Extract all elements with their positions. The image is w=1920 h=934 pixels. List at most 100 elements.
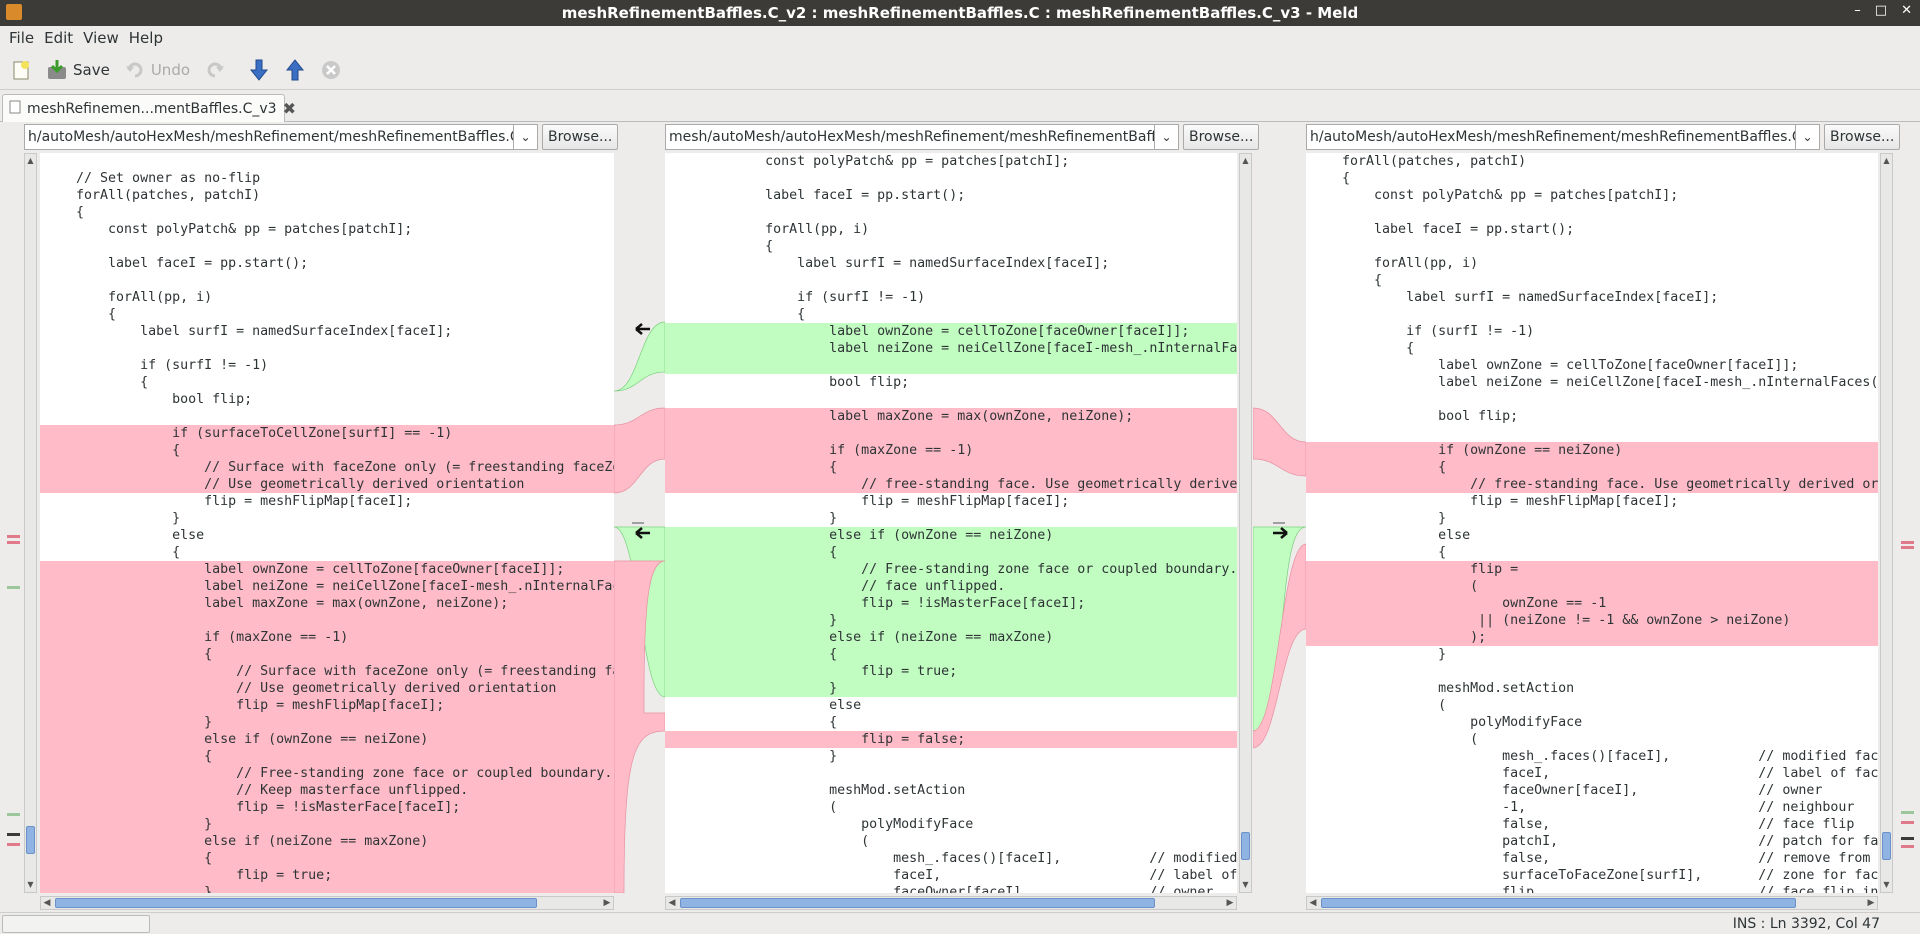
code-line[interactable] bbox=[40, 272, 614, 289]
code-line[interactable]: { bbox=[665, 714, 1237, 731]
code-line[interactable]: forAll(patches, patchI) bbox=[40, 187, 614, 204]
code-line[interactable]: surfaceToFaceZone[surfI], // zone for fa… bbox=[1306, 867, 1878, 884]
code-line[interactable] bbox=[665, 765, 1237, 782]
code-line[interactable]: // free-standing face. Use geometrically… bbox=[1306, 476, 1878, 493]
scroll-right-icon[interactable]: ▶ bbox=[601, 897, 613, 909]
hscroll-middle[interactable]: ◀ ▶ bbox=[665, 896, 1237, 910]
code-line[interactable]: label neiZone = neiCellZone[faceI-mesh_.… bbox=[40, 578, 614, 595]
code-line[interactable]: else if (ownZone == neiZone) bbox=[40, 731, 614, 748]
code-line[interactable]: const polyPatch& pp = patches[patchI]; bbox=[40, 221, 614, 238]
code-line[interactable]: label faceI = pp.start(); bbox=[665, 187, 1237, 204]
code-line[interactable] bbox=[665, 204, 1237, 221]
code-line[interactable]: mesh_.faces()[faceI], // modified face bbox=[665, 850, 1237, 867]
code-pane-left[interactable]: // Set owner as no-flip forAll(patches, … bbox=[40, 153, 614, 893]
code-line[interactable]: bool flip; bbox=[40, 391, 614, 408]
code-line[interactable]: ( bbox=[665, 833, 1237, 850]
code-line[interactable]: if (surfI != -1) bbox=[665, 289, 1237, 306]
scroll-up-icon[interactable]: ▲ bbox=[1881, 154, 1892, 168]
code-line[interactable]: else if (neiZone == maxZone) bbox=[40, 833, 614, 850]
scroll-down-icon[interactable]: ▼ bbox=[1881, 878, 1892, 892]
minimize-icon[interactable]: – bbox=[1854, 3, 1861, 18]
code-line[interactable]: forAll(patches, patchI) bbox=[1306, 153, 1878, 170]
code-line[interactable]: false, // face flip bbox=[1306, 816, 1878, 833]
code-line[interactable]: } bbox=[665, 680, 1237, 697]
maximize-icon[interactable]: □ bbox=[1875, 3, 1887, 18]
code-line[interactable] bbox=[1306, 663, 1878, 680]
code-line[interactable]: label ownZone = cellToZone[faceOwner[fac… bbox=[1306, 357, 1878, 374]
code-line[interactable]: // Set owner as no-flip bbox=[40, 170, 614, 187]
code-line[interactable]: if (surfI != -1) bbox=[40, 357, 614, 374]
code-line[interactable]: flip = !isMasterFace[faceI]; bbox=[40, 799, 614, 816]
code-line[interactable]: false, // remove from zone bbox=[1306, 850, 1878, 867]
code-line[interactable]: { bbox=[1306, 272, 1878, 289]
code-line[interactable]: const polyPatch& pp = patches[patchI]; bbox=[1306, 187, 1878, 204]
path-combo-right[interactable]: h/autoMesh/autoHexMesh/meshRefinement/me… bbox=[1306, 124, 1820, 150]
code-line[interactable]: flip = meshFlipMap[faceI]; bbox=[1306, 493, 1878, 510]
code-line[interactable]: // Surface with faceZone only (= freesta… bbox=[40, 663, 614, 680]
browse-button-right[interactable]: Browse... bbox=[1824, 124, 1901, 150]
hscroll-thumb[interactable] bbox=[55, 898, 537, 908]
scroll-thumb[interactable] bbox=[26, 826, 35, 854]
hscroll-right[interactable]: ◀ ▶ bbox=[1306, 896, 1878, 910]
code-line[interactable]: } bbox=[1306, 510, 1878, 527]
tab-close-icon[interactable]: ✖ bbox=[283, 99, 296, 118]
code-line[interactable] bbox=[1306, 425, 1878, 442]
code-line[interactable]: label ownZone = cellToZone[faceOwner[fac… bbox=[665, 323, 1237, 340]
scroll-left-icon[interactable]: ◀ bbox=[41, 897, 53, 909]
save-button[interactable]: Save bbox=[44, 55, 112, 85]
code-line[interactable]: ownZone == -1 bbox=[1306, 595, 1878, 612]
code-line[interactable]: flip = true; bbox=[665, 663, 1237, 680]
code-line[interactable]: ( bbox=[1306, 578, 1878, 595]
code-line[interactable]: { bbox=[1306, 544, 1878, 561]
code-line[interactable]: { bbox=[40, 204, 614, 221]
code-line[interactable] bbox=[665, 425, 1237, 442]
code-line[interactable]: faceOwner[faceI], // owner bbox=[665, 884, 1237, 893]
code-line[interactable]: { bbox=[1306, 170, 1878, 187]
path-text-middle[interactable]: mesh/autoMesh/autoHexMesh/meshRefinement… bbox=[666, 129, 1154, 145]
scrollbar-right[interactable]: ▲ ▼ bbox=[1880, 153, 1893, 893]
code-line[interactable]: // face unflipped. bbox=[665, 578, 1237, 595]
menu-edit[interactable]: Edit bbox=[39, 29, 78, 47]
code-line[interactable]: flip = true; bbox=[40, 867, 614, 884]
code-line[interactable]: faceOwner[faceI], // owner bbox=[1306, 782, 1878, 799]
code-line[interactable]: } bbox=[665, 510, 1237, 527]
code-line[interactable] bbox=[665, 272, 1237, 289]
code-line[interactable]: } bbox=[1306, 646, 1878, 663]
scroll-thumb[interactable] bbox=[1882, 832, 1891, 860]
code-line[interactable]: || (neiZone != -1 && ownZone > neiZone) bbox=[1306, 612, 1878, 629]
code-line[interactable]: { bbox=[665, 459, 1237, 476]
code-line[interactable]: ( bbox=[1306, 731, 1878, 748]
scroll-up-icon[interactable]: ▲ bbox=[1240, 154, 1251, 168]
overview-left[interactable] bbox=[4, 153, 22, 893]
code-line[interactable]: if (maxZone == -1) bbox=[665, 442, 1237, 459]
copy-arrow-icon[interactable] bbox=[635, 323, 650, 335]
code-line[interactable]: } bbox=[665, 748, 1237, 765]
new-comparison-button[interactable] bbox=[8, 55, 34, 85]
code-line[interactable]: } bbox=[40, 884, 614, 893]
hscroll-thumb[interactable] bbox=[680, 898, 1155, 908]
code-line[interactable]: else if (ownZone == neiZone) bbox=[665, 527, 1237, 544]
code-line[interactable]: polyModifyFace bbox=[1306, 714, 1878, 731]
code-line[interactable]: ( bbox=[1306, 697, 1878, 714]
code-pane-middle[interactable]: const polyPatch& pp = patches[patchI]; l… bbox=[665, 153, 1237, 893]
chevron-down-icon[interactable]: ⌄ bbox=[513, 125, 537, 149]
scroll-thumb[interactable] bbox=[1241, 832, 1250, 860]
scroll-down-icon[interactable]: ▼ bbox=[1240, 878, 1251, 892]
code-line[interactable]: label faceI = pp.start(); bbox=[40, 255, 614, 272]
code-line[interactable]: if (maxZone == -1) bbox=[40, 629, 614, 646]
path-text-left[interactable]: h/autoMesh/autoHexMesh/meshRefinement/me… bbox=[25, 129, 513, 145]
code-line[interactable]: label maxZone = max(ownZone, neiZone); bbox=[665, 408, 1237, 425]
code-line[interactable] bbox=[1306, 238, 1878, 255]
chevron-down-icon[interactable]: ⌄ bbox=[1154, 125, 1178, 149]
code-line[interactable] bbox=[40, 408, 614, 425]
code-line[interactable]: forAll(pp, i) bbox=[665, 221, 1237, 238]
code-line[interactable]: flip = meshFlipMap[faceI]; bbox=[40, 493, 614, 510]
redo-button[interactable] bbox=[202, 55, 228, 85]
code-line[interactable]: if (surfI != -1) bbox=[1306, 323, 1878, 340]
code-line[interactable]: } bbox=[40, 714, 614, 731]
code-line[interactable]: forAll(pp, i) bbox=[40, 289, 614, 306]
undo-button[interactable]: Undo bbox=[122, 55, 192, 85]
code-line[interactable]: polyModifyFace bbox=[665, 816, 1237, 833]
code-line[interactable]: label surfI = namedSurfaceIndex[faceI]; bbox=[665, 255, 1237, 272]
menu-file[interactable]: File bbox=[4, 29, 39, 47]
